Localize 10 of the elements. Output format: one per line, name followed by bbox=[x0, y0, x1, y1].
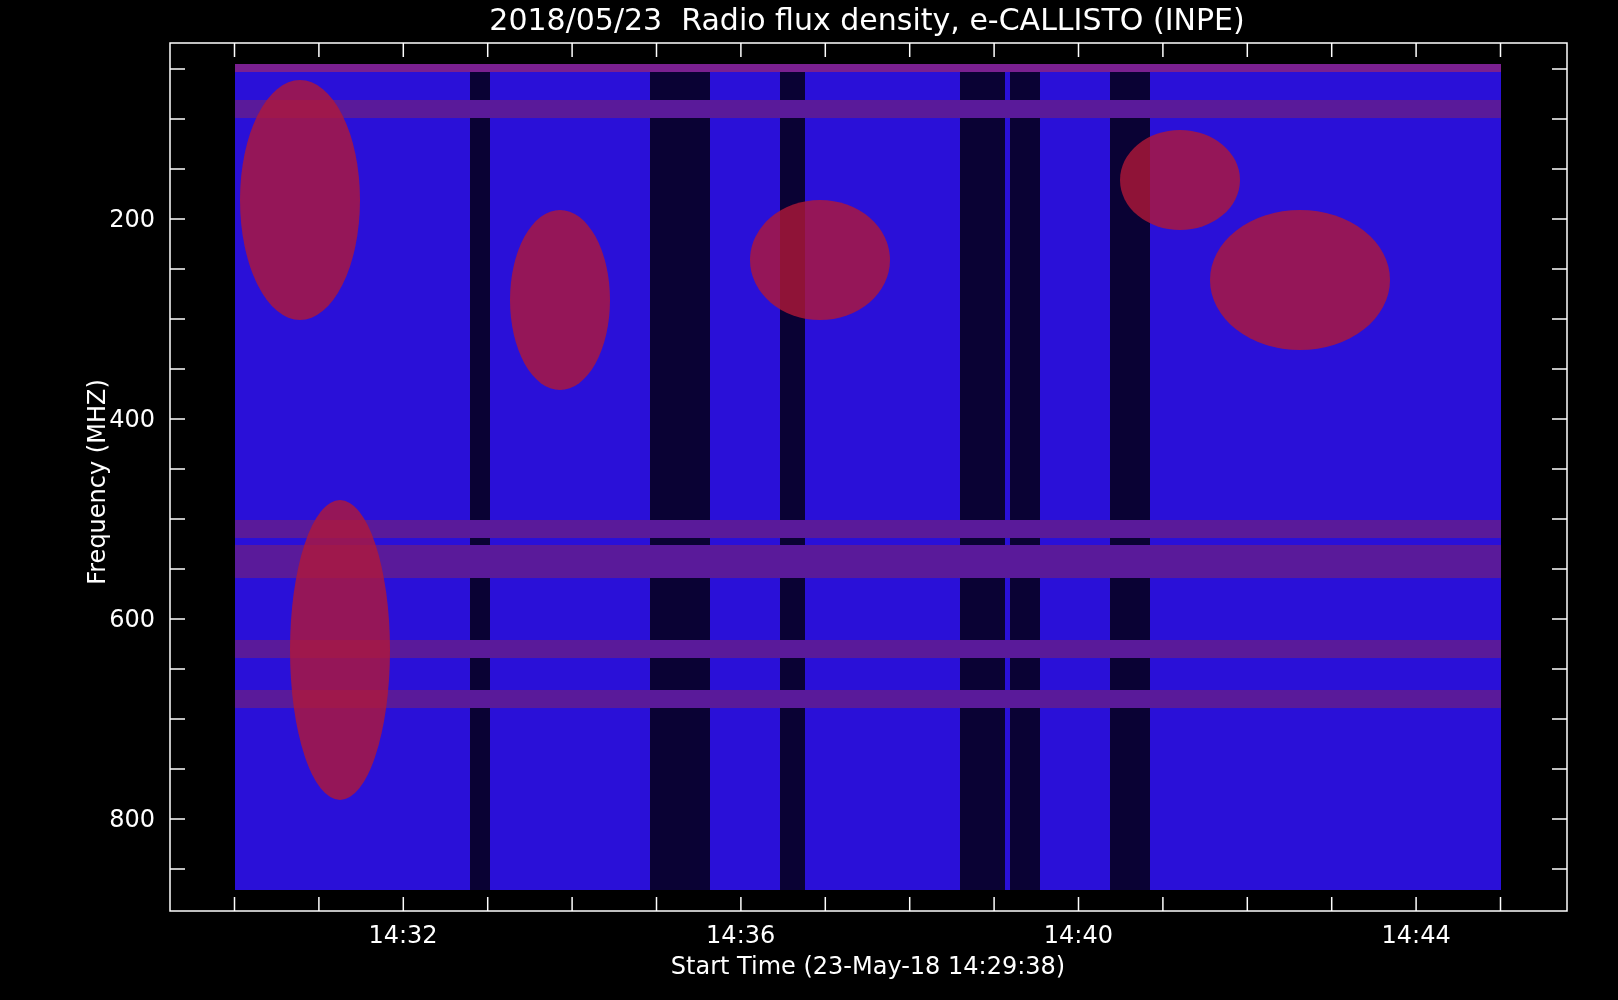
chart-title: 2018/05/23 Radio flux density, e-CALLISTO (INPE) bbox=[488, 2, 1246, 37]
axis-tick-label: 600 bbox=[108, 604, 155, 634]
axis-tick-label: 800 bbox=[108, 804, 155, 834]
axis-tick-label: 200 bbox=[108, 204, 155, 234]
axis-tick-label: 14:44 bbox=[1380, 920, 1452, 950]
axis-label: Frequency (MHZ) bbox=[82, 378, 111, 587]
axis-tick-label: 14:36 bbox=[705, 920, 777, 950]
axis-label: Start Time (23-May-18 14:29:38) bbox=[669, 951, 1067, 981]
axis-tick-label: 14:32 bbox=[367, 920, 439, 950]
axis-tick-label: 14:40 bbox=[1042, 920, 1114, 950]
